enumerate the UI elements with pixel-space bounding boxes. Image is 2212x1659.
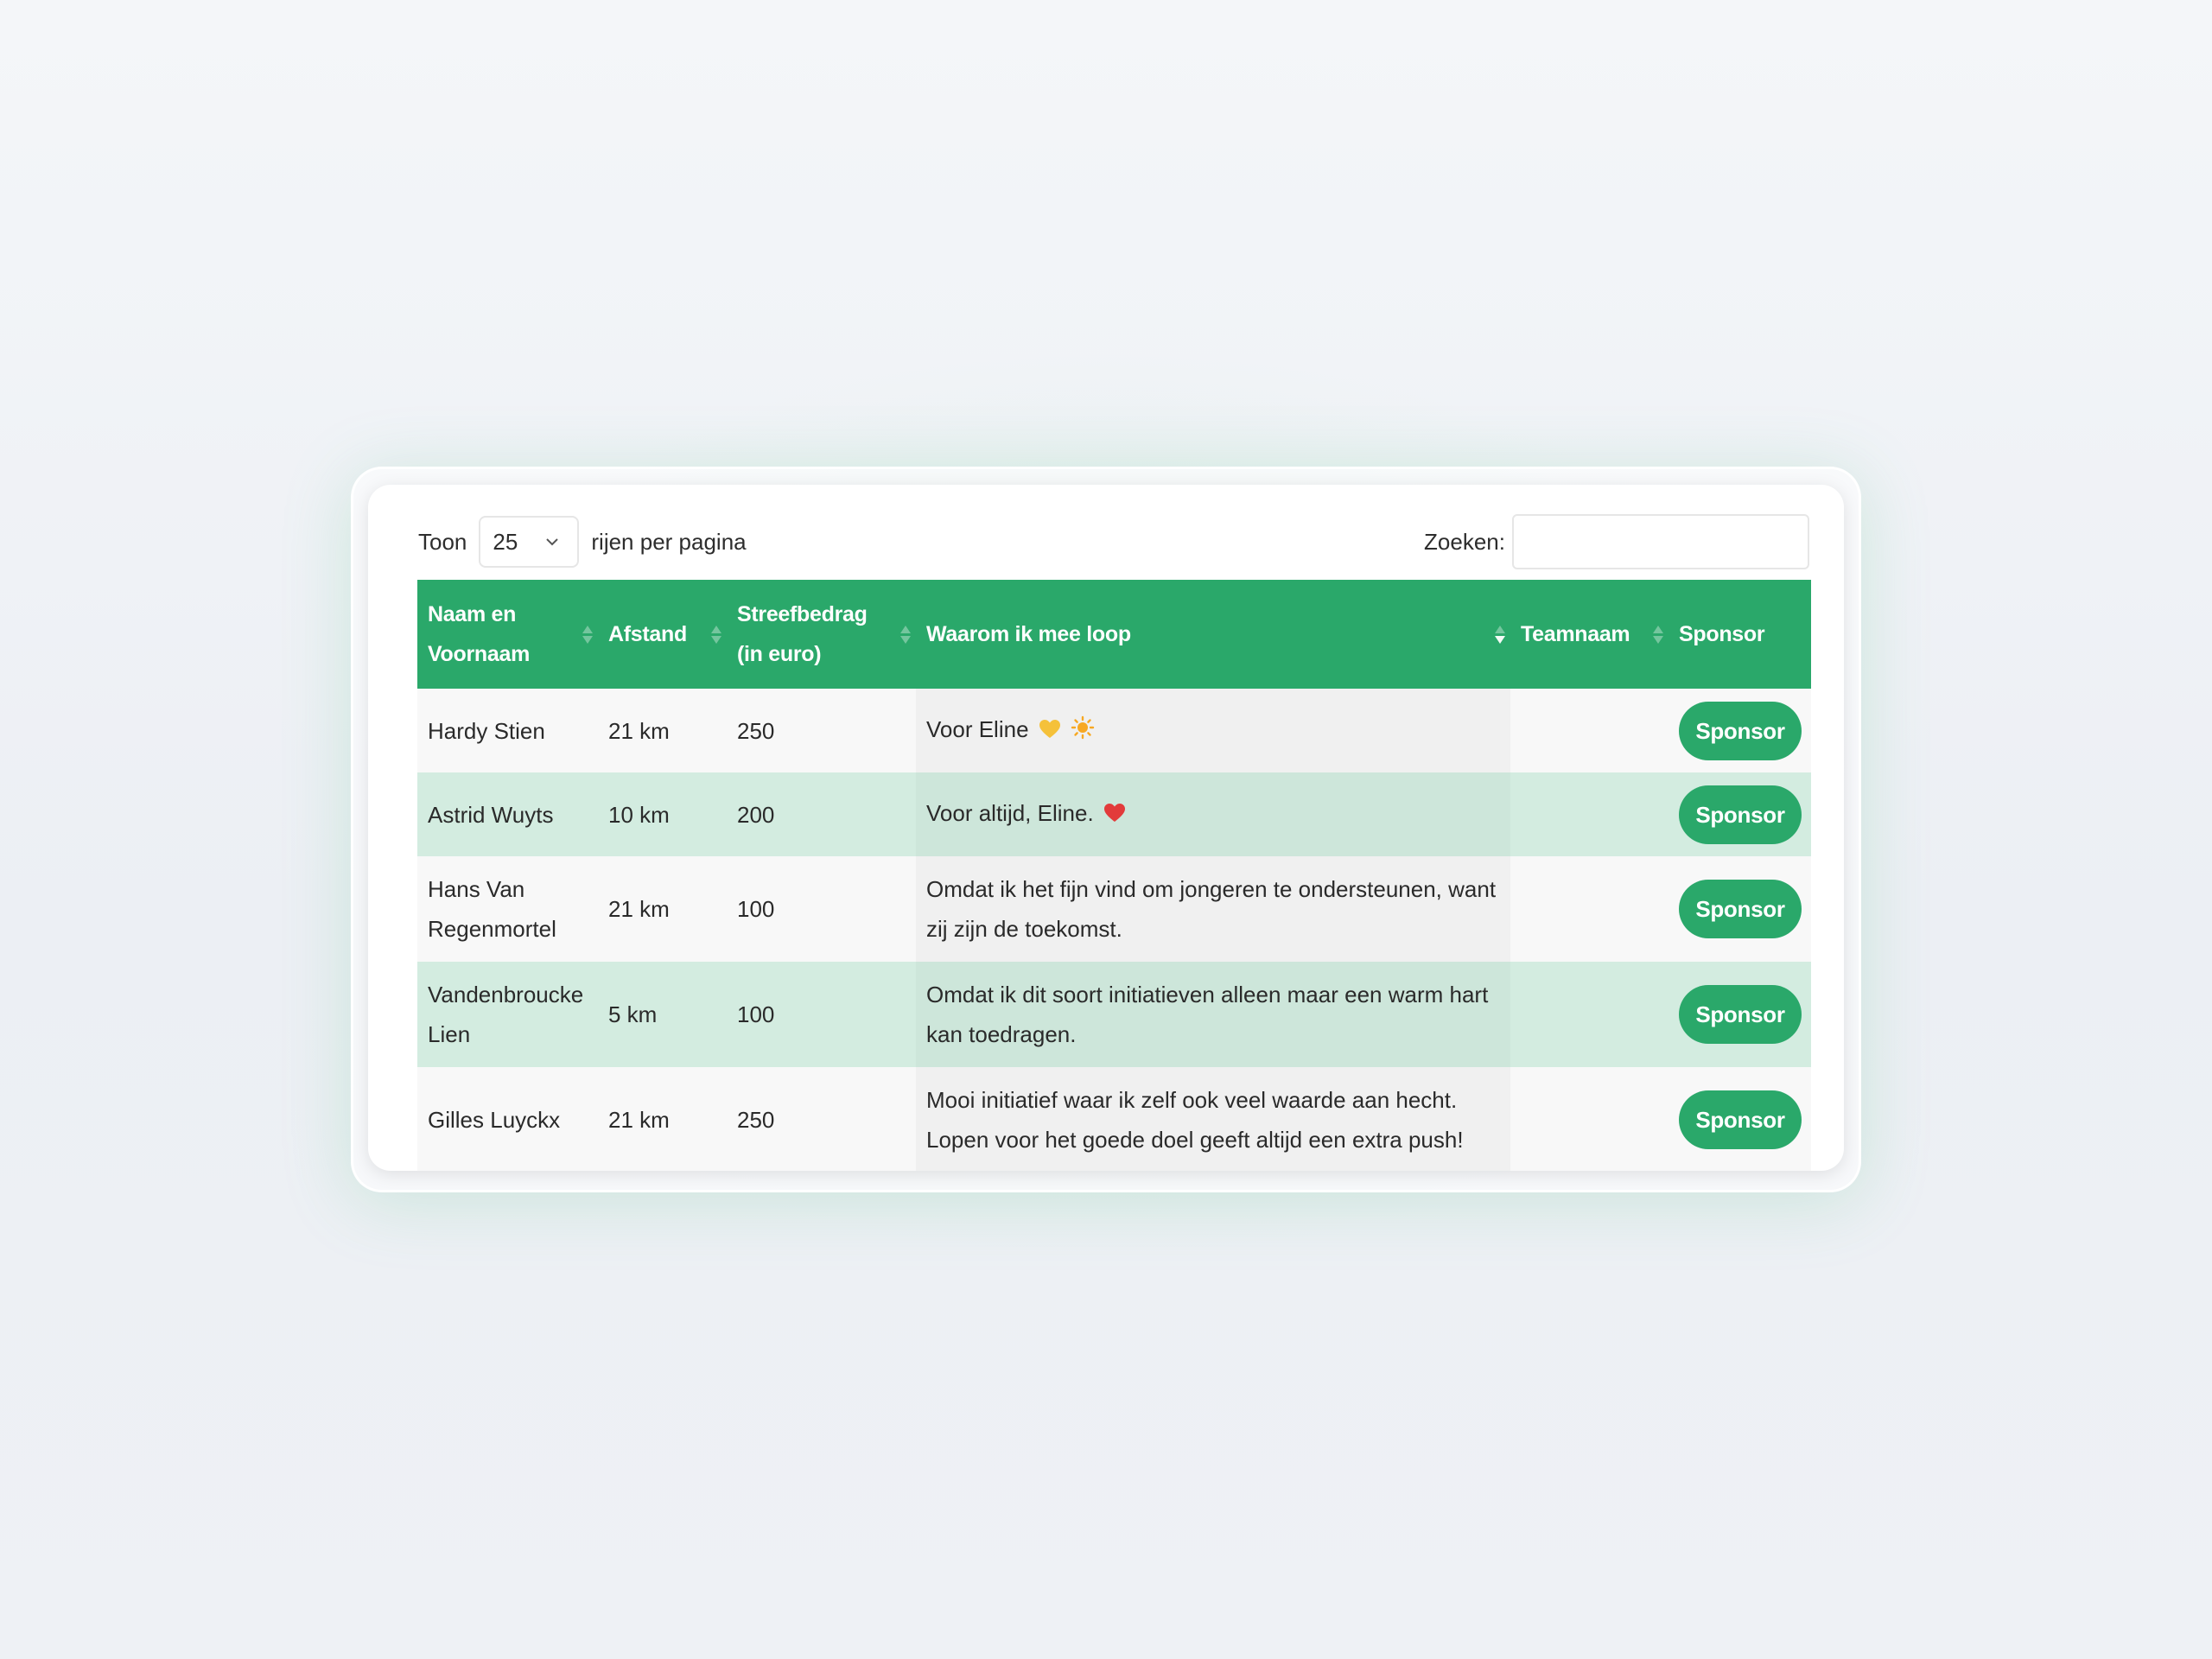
table-row: Hans Van Regenmortel 21 km 100 Omdat ik … — [417, 856, 1811, 962]
column-header-target[interactable]: Streefbedrag (in euro) — [727, 580, 916, 689]
table-header-row: Naam en Voornaam Afstand Streefbedrag (i… — [417, 580, 1811, 689]
show-label: Toon — [418, 528, 467, 555]
cell-team — [1510, 1067, 1669, 1171]
table-row: Hardy Stien 21 km 250 Voor Eline Sponsor — [417, 689, 1811, 772]
sort-icon — [711, 621, 721, 647]
cell-name: Vandenbroucke Lien — [417, 962, 598, 1067]
sponsor-button[interactable]: Sponsor — [1679, 701, 1802, 760]
search-input[interactable] — [1512, 514, 1809, 569]
cell-reason: Omdat ik dit soort initiatieven alleen m… — [916, 962, 1510, 1067]
cell-reason: Omdat ik het fijn vind om jongeren te on… — [916, 856, 1510, 962]
yellow-heart-icon — [1039, 712, 1061, 752]
sun-icon — [1071, 712, 1095, 752]
chevron-down-icon — [544, 534, 560, 550]
cell-sponsor: Sponsor — [1669, 1067, 1811, 1171]
search-label: Zoeken: — [1424, 528, 1505, 555]
cell-target: 250 — [727, 689, 916, 772]
column-header-sponsor-label: Sponsor — [1679, 622, 1765, 646]
column-header-distance-label: Afstand — [608, 622, 687, 646]
table-controls: Toon 25 rijen per pagina Zoeken: — [418, 514, 1809, 569]
table-row: Gilles Luyckx 21 km 250 Mooi initiatief … — [417, 1067, 1811, 1171]
reason-text: Voor altijd, Eline. — [926, 800, 1094, 827]
sponsor-table: Naam en Voornaam Afstand Streefbedrag (i… — [417, 580, 1811, 1171]
cell-name: Hans Van Regenmortel — [417, 856, 598, 962]
rows-per-page-label: rijen per pagina — [591, 528, 747, 555]
red-heart-icon — [1103, 796, 1126, 836]
cell-sponsor: Sponsor — [1669, 856, 1811, 962]
cell-reason: Voor altijd, Eline. — [916, 772, 1510, 856]
reason-text: Voor Eline — [926, 716, 1029, 743]
column-header-team[interactable]: Teamnaam — [1510, 580, 1669, 689]
cell-target: 100 — [727, 962, 916, 1067]
cell-team — [1510, 689, 1669, 772]
sort-desc-icon — [1495, 621, 1505, 647]
column-header-distance[interactable]: Afstand — [598, 580, 727, 689]
cell-name: Astrid Wuyts — [417, 772, 598, 856]
sponsor-table-card: Toon 25 rijen per pagina Zoeken: Naam en… — [368, 485, 1844, 1171]
cell-team — [1510, 772, 1669, 856]
table-row: Vandenbroucke Lien 5 km 100 Omdat ik dit… — [417, 962, 1811, 1067]
page-size-value: 25 — [493, 528, 518, 555]
table-row: Astrid Wuyts 10 km 200 Voor altijd, Elin… — [417, 772, 1811, 856]
sponsor-button[interactable]: Sponsor — [1679, 785, 1802, 844]
sort-icon — [1653, 621, 1663, 647]
cell-target: 250 — [727, 1067, 916, 1171]
page-size-select[interactable]: 25 — [479, 516, 580, 568]
sort-icon — [582, 621, 593, 647]
cell-name: Hardy Stien — [417, 689, 598, 772]
cell-team — [1510, 856, 1669, 962]
sponsor-button[interactable]: Sponsor — [1679, 1090, 1802, 1149]
cell-target: 100 — [727, 856, 916, 962]
cell-distance: 21 km — [598, 689, 727, 772]
column-header-reason-label: Waarom ik mee loop — [926, 622, 1131, 646]
cell-distance: 21 km — [598, 856, 727, 962]
sponsor-button[interactable]: Sponsor — [1679, 880, 1802, 938]
column-header-sponsor: Sponsor — [1669, 580, 1811, 689]
sort-icon — [900, 621, 911, 647]
cell-distance: 5 km — [598, 962, 727, 1067]
column-header-team-label: Teamnaam — [1521, 622, 1630, 646]
cell-sponsor: Sponsor — [1669, 689, 1811, 772]
column-header-name-label: Naam en Voornaam — [428, 602, 530, 666]
column-header-reason[interactable]: Waarom ik mee loop — [916, 580, 1510, 689]
cell-sponsor: Sponsor — [1669, 962, 1811, 1067]
cell-reason: Mooi initiatief waar ik zelf ook veel wa… — [916, 1067, 1510, 1171]
cell-team — [1510, 962, 1669, 1067]
cell-distance: 21 km — [598, 1067, 727, 1171]
column-header-name[interactable]: Naam en Voornaam — [417, 580, 598, 689]
cell-sponsor: Sponsor — [1669, 772, 1811, 856]
cell-name: Gilles Luyckx — [417, 1067, 598, 1171]
cell-reason: Voor Eline — [916, 689, 1510, 772]
cell-target: 200 — [727, 772, 916, 856]
cell-distance: 10 km — [598, 772, 727, 856]
search-area: Zoeken: — [1424, 514, 1809, 569]
column-header-target-label: Streefbedrag (in euro) — [737, 602, 868, 666]
sponsor-button[interactable]: Sponsor — [1679, 985, 1802, 1044]
